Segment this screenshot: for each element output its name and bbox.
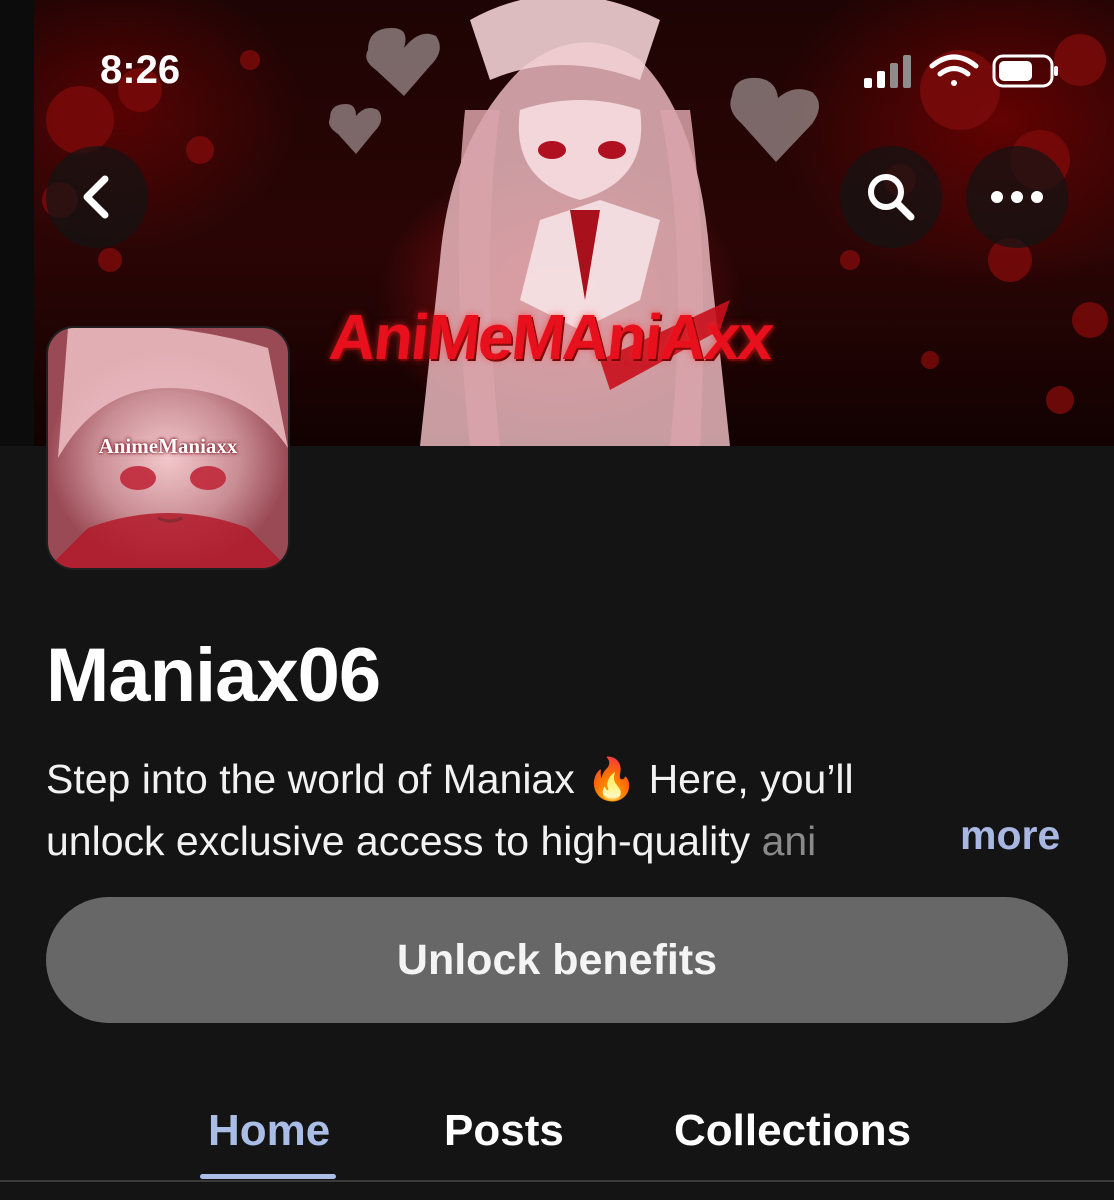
profile-tabs: Home Posts Collections — [0, 1100, 1114, 1200]
tabs-divider — [0, 1180, 1114, 1182]
back-button[interactable] — [46, 146, 148, 248]
tab-posts[interactable]: Posts — [444, 1106, 564, 1156]
profile-name: Maniax06 — [46, 633, 381, 718]
bio-line-1: Step into the world of Maniax 🔥 Here, yo… — [46, 756, 854, 802]
wifi-icon — [929, 54, 979, 86]
banner-logo-text: AniMeMAniAxx — [326, 301, 776, 373]
more-horizontal-icon — [991, 191, 1043, 203]
tab-collections[interactable]: Collections — [674, 1106, 911, 1156]
bio-line-2-faded: ani — [761, 818, 817, 864]
search-button[interactable] — [840, 146, 942, 248]
avatar-label: AnimeManiaxx — [98, 434, 238, 458]
unlock-benefits-label: Unlock benefits — [396, 935, 718, 984]
avatar[interactable]: AnimeManiaxx — [46, 326, 290, 570]
more-options-button[interactable] — [966, 146, 1068, 248]
search-icon — [868, 174, 915, 221]
battery-icon — [992, 54, 1058, 88]
active-tab-indicator — [200, 1174, 336, 1179]
signal-icon — [864, 55, 911, 88]
bio-line-2: unlock exclusive access to high-quality … — [46, 810, 966, 872]
bio-line-2-text: unlock exclusive access to high-quality — [46, 818, 762, 864]
tab-home[interactable]: Home — [208, 1106, 330, 1156]
profile-bio: Step into the world of Maniax 🔥 Here, yo… — [46, 748, 966, 872]
status-time: 8:26 — [100, 48, 181, 92]
unlock-benefits-button[interactable]: Unlock benefits — [46, 897, 1068, 1023]
bio-more-link[interactable]: more — [960, 812, 1060, 859]
chevron-left-icon — [83, 175, 109, 219]
status-icons — [860, 52, 1060, 92]
